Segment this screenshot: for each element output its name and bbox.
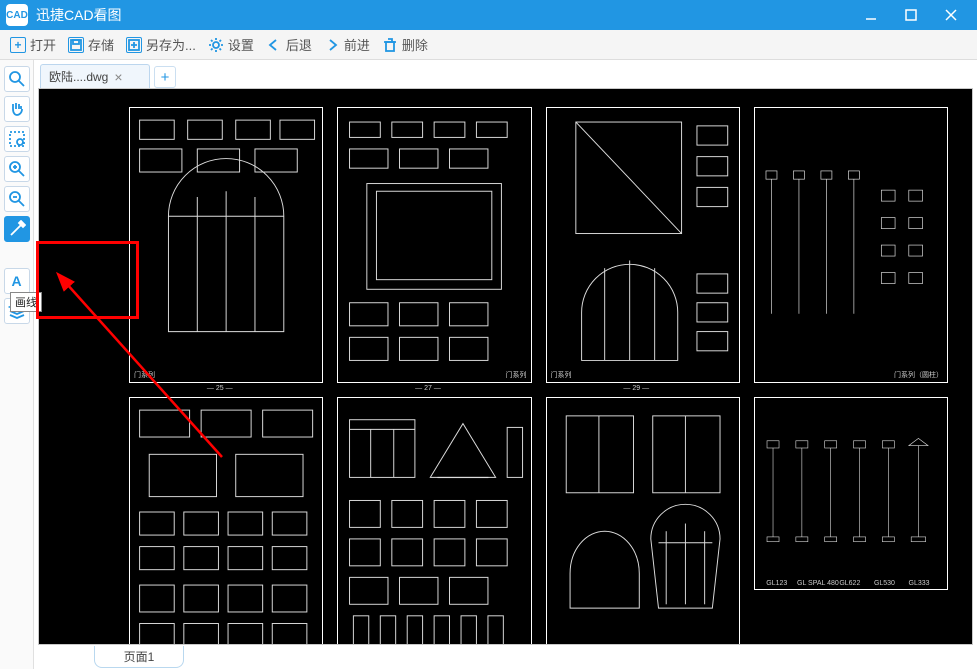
drawing-panel: 窗户尺寸示意 CHUAN×1200 窗系列 — 27 — [546, 397, 740, 645]
drawing-panel: GL123 GL SPAL 480 GL622 GL530 GL333 [754, 397, 948, 590]
save-icon [68, 37, 84, 53]
back-icon [266, 37, 282, 53]
drawing-canvas[interactable]: 门系列 — 25 — 门系列 — 27 — [38, 88, 973, 645]
settings-button[interactable]: 设置 [204, 32, 258, 57]
add-tab-button[interactable]: + [154, 66, 176, 88]
col-code: GL622 [839, 580, 860, 587]
zoom-window-button[interactable] [4, 66, 30, 92]
back-button[interactable]: 后退 [262, 32, 316, 57]
saveas-label: 另存为... [146, 35, 196, 54]
save-label: 存储 [88, 35, 114, 54]
open-label: 打开 [30, 35, 56, 54]
page-tab[interactable]: 页面1 [94, 646, 184, 668]
col-code: GL123 [766, 580, 787, 587]
save-button[interactable]: 存储 [64, 32, 118, 57]
drawing-panel: 门系列 — 26 — [129, 397, 323, 645]
back-label: 后退 [286, 35, 312, 54]
panel-page: — 25 — [207, 385, 233, 392]
forward-button[interactable]: 前进 [320, 32, 374, 57]
content-area: 欧陆....dwg × + 门系列 — 25 — [34, 60, 977, 669]
col-code: GL530 [874, 580, 895, 587]
text-icon: A [11, 273, 21, 289]
settings-label: 设置 [228, 35, 254, 54]
trash-icon [382, 37, 398, 53]
file-tab-label: 欧陆....dwg [49, 68, 108, 85]
panel-label: 门系列 [506, 370, 527, 380]
main-toolbar: + 打开 存储 另存为... 设置 后退 前进 删除 [0, 30, 977, 60]
page-tab-bar: 页面1 [34, 645, 977, 669]
pan-button[interactable] [4, 96, 30, 122]
plus-icon: + [10, 37, 26, 53]
maximize-button[interactable] [891, 0, 931, 30]
title-bar: CAD 迅捷CAD看图 [0, 0, 977, 30]
drawing-panel: 门系列（圆柱） [754, 107, 948, 383]
draw-line-tooltip: 画线 [10, 292, 42, 312]
drawing-panel: 门系列 — 29 — [546, 107, 740, 383]
forward-icon [324, 37, 340, 53]
app-logo: CAD [6, 4, 28, 26]
drawing-panel: 门系列 — 25 — [129, 107, 323, 383]
close-button[interactable] [931, 0, 971, 30]
text-button[interactable]: A [4, 268, 30, 294]
app-title: 迅捷CAD看图 [36, 5, 851, 25]
panel-label: 门系列 [551, 370, 572, 380]
panel-page: — 27 — [415, 385, 441, 392]
delete-button[interactable]: 删除 [378, 32, 432, 57]
col-code: GL333 [909, 580, 930, 587]
saveas-icon [126, 37, 142, 53]
zoom-in-button[interactable] [4, 156, 30, 182]
panel-label: 门系列 [134, 370, 155, 380]
draw-line-button[interactable] [4, 216, 30, 242]
side-toolbar: A [0, 60, 34, 669]
drawing-panel: — 28 — [337, 397, 531, 645]
delete-label: 删除 [402, 35, 428, 54]
drawing-panel: 门系列 — 27 — [337, 107, 531, 383]
col-code: GL SPAL 480 [797, 580, 839, 587]
open-button[interactable]: + 打开 [6, 32, 60, 57]
minimize-button[interactable] [851, 0, 891, 30]
file-tab[interactable]: 欧陆....dwg × [40, 64, 150, 88]
panel-page: — 29 — [623, 385, 649, 392]
close-tab-button[interactable]: × [114, 69, 122, 85]
saveas-button[interactable]: 另存为... [122, 32, 200, 57]
file-tab-bar: 欧陆....dwg × + [34, 60, 977, 88]
gear-icon [208, 37, 224, 53]
forward-label: 前进 [344, 35, 370, 54]
main-area: A 欧陆....dwg × + 门系列 [0, 60, 977, 669]
panel-label: 门系列（圆柱） [894, 370, 943, 380]
zoom-out-button[interactable] [4, 186, 30, 212]
zoom-region-button[interactable] [4, 126, 30, 152]
